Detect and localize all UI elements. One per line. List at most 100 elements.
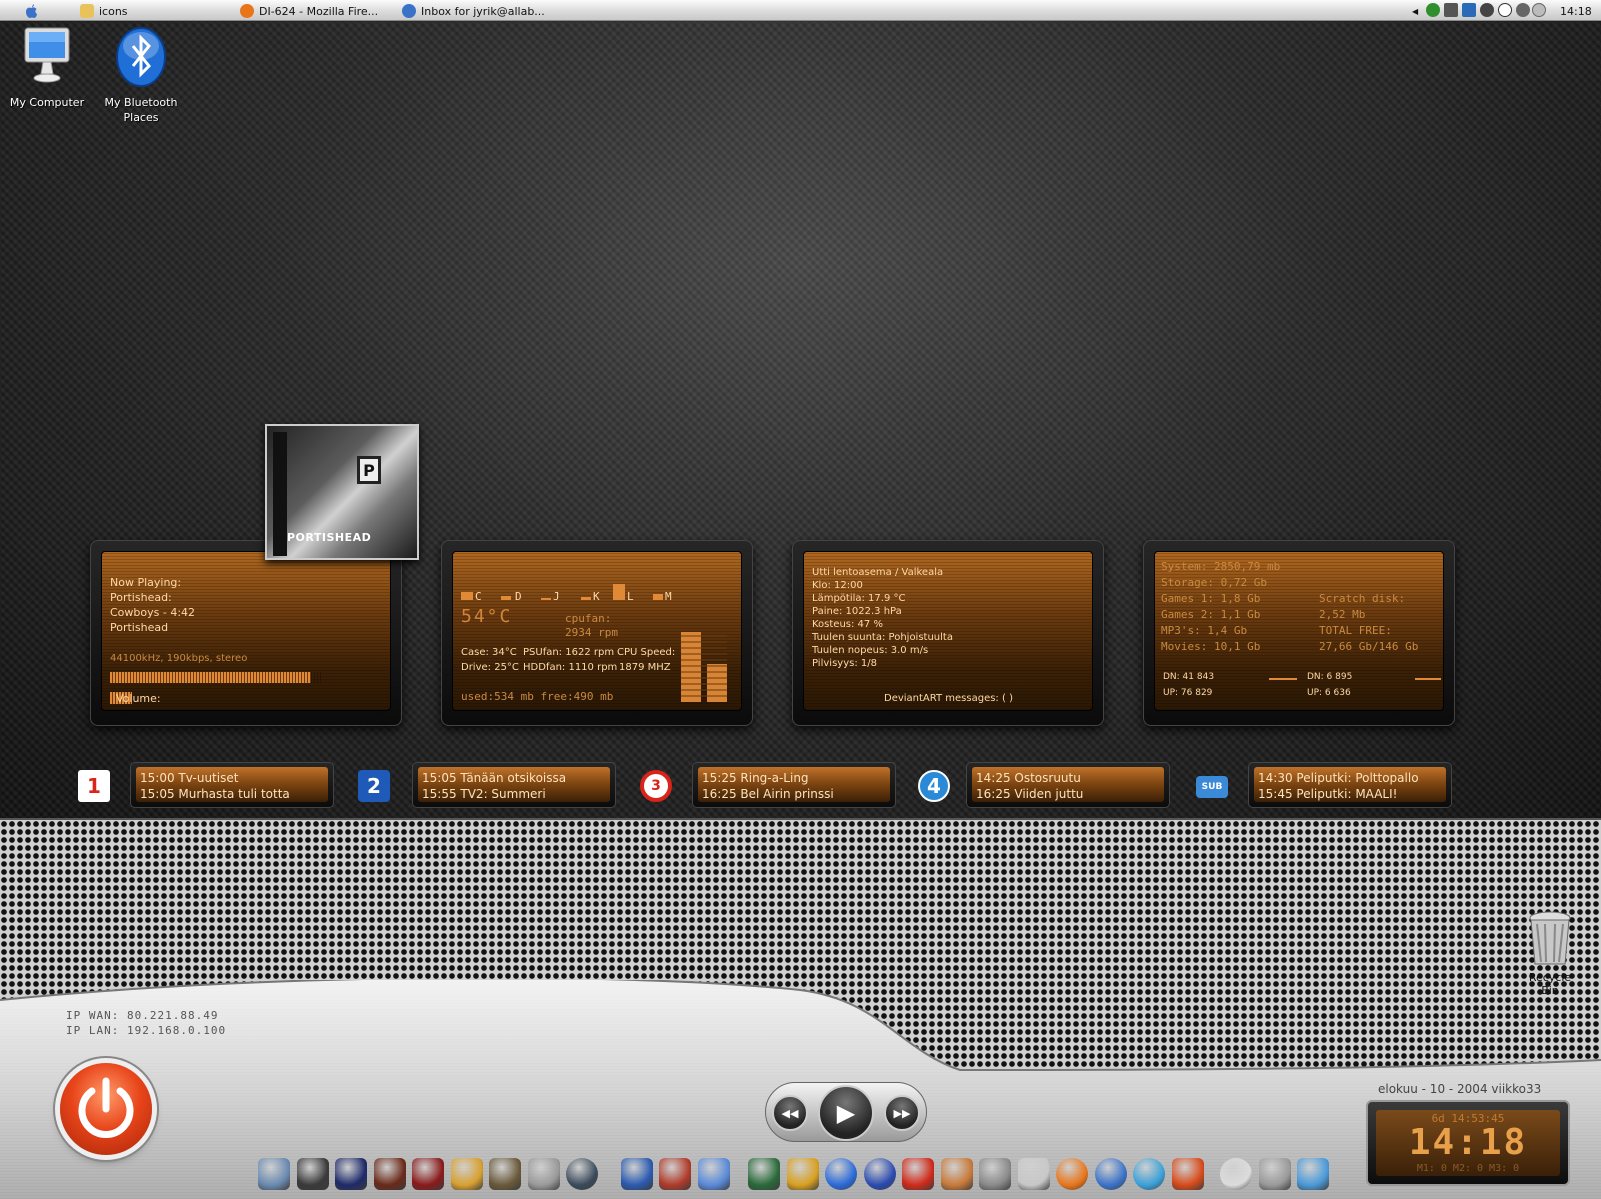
subtv-icon[interactable]: SUB	[1196, 776, 1228, 798]
task-thunderbird[interactable]: Inbox for jyrik@allab...	[402, 3, 545, 19]
nero-icon[interactable]	[1171, 1158, 1204, 1190]
memory-slots: M1: 0 M2: 0 M3: 0	[1416, 1163, 1520, 1174]
volume-label: Volume:	[116, 692, 161, 705]
menubar-clock[interactable]: 14:18	[1560, 3, 1592, 19]
drive-temp: Drive: 25°C	[461, 662, 519, 673]
tv-listing-2[interactable]: 15:05 Tänään otsikoissa 15:55 TV2: Summe…	[412, 762, 616, 808]
desktop: icons DI-624 - Mozilla Fire... Inbox for…	[0, 0, 1601, 1199]
clock-icon[interactable]	[1220, 1158, 1252, 1190]
shield-icon[interactable]	[1516, 3, 1530, 17]
program-2: 16:25 Viiden juttu	[976, 787, 1084, 801]
drive-label-c: C	[475, 590, 482, 603]
previous-button[interactable]: ◀◀	[772, 1095, 808, 1131]
yle-tv2-icon[interactable]: 2	[358, 770, 390, 802]
superman-icon[interactable]	[902, 1158, 934, 1190]
game-icon[interactable]	[335, 1158, 367, 1190]
trash-icon[interactable]	[1258, 1158, 1291, 1190]
soldier-icon[interactable]	[566, 1158, 598, 1190]
halo-icon[interactable]	[527, 1158, 560, 1190]
album-cover[interactable]: P PORTISHEAD	[265, 424, 419, 560]
clock-face: 6d 14:53:45 14:18 M1: 0 M2: 0 M3: 0	[1376, 1110, 1560, 1176]
trainer-icon[interactable]	[296, 1158, 329, 1190]
calculator-icon[interactable]	[979, 1158, 1011, 1190]
ie-icon[interactable]	[825, 1158, 857, 1190]
cd-icon[interactable]	[1133, 1158, 1165, 1190]
tv-listing-screen: 15:25 Ring-a-Ling 16:25 Bel Airin prinss…	[698, 767, 890, 802]
logo-text: SUB	[1201, 782, 1223, 792]
unreal-icon[interactable]	[450, 1158, 483, 1190]
info-icon[interactable]	[1498, 3, 1512, 17]
notes-icon[interactable]	[697, 1158, 730, 1190]
wolfenstein-icon[interactable]	[412, 1158, 444, 1190]
power-button[interactable]	[60, 1063, 152, 1155]
nelonen-icon[interactable]: 4	[918, 770, 950, 802]
icon-label: My Computer	[9, 96, 85, 109]
mp3-space: MP3's: 1,4 Gb	[1161, 624, 1248, 637]
drive-label-l: L	[627, 590, 634, 603]
warrior-icon[interactable]	[489, 1158, 521, 1190]
bittorrent-icon[interactable]	[863, 1158, 896, 1190]
tv-listing-3[interactable]: 15:25 Ring-a-Ling 16:25 Bel Airin prinss…	[692, 762, 896, 808]
drive-label-j: J	[553, 590, 560, 603]
total-free-label: TOTAL FREE:	[1319, 624, 1392, 637]
games1-space: Games 1: 1,8 Gb	[1161, 592, 1261, 605]
leaf-icon[interactable]	[1426, 3, 1440, 17]
task-firefox[interactable]: DI-624 - Mozilla Fire...	[240, 3, 378, 19]
gear-icon[interactable]	[1480, 3, 1494, 17]
network-icon[interactable]	[1462, 3, 1476, 17]
recycle-bin-shortcut[interactable]: Recycle Bin	[1520, 910, 1580, 997]
my-computer-shortcut[interactable]: My Computer	[2, 26, 92, 110]
drive-label-d: D	[515, 590, 522, 603]
tv-listing-4[interactable]: 14:25 Ostosruutu 16:25 Viiden juttu	[966, 762, 1170, 808]
logo-text: 4	[927, 774, 941, 798]
deviantart-messages-link[interactable]: DeviantART messages: ( )	[884, 692, 1013, 706]
tray-expand-button[interactable]: ◀	[1412, 3, 1418, 19]
yle-tv1-icon[interactable]: 1	[78, 770, 110, 802]
logo-text: 1	[87, 774, 101, 798]
clock-text: 14:18	[1560, 4, 1592, 18]
pen-icon[interactable]	[620, 1158, 653, 1190]
drive-label-k: K	[593, 590, 600, 603]
program-2: 16:25 Bel Airin prinssi	[702, 787, 834, 801]
eye-icon[interactable]	[748, 1158, 780, 1190]
track-progress-bar[interactable]	[110, 672, 322, 683]
firefox-icon[interactable]	[1056, 1158, 1088, 1190]
mtv3-icon[interactable]: 3	[640, 770, 672, 802]
apple-menu-button[interactable]	[24, 3, 38, 19]
task-folder-icons[interactable]: icons	[80, 3, 128, 19]
thunderbird-icon[interactable]	[1094, 1158, 1127, 1190]
thunderbird-icon	[402, 4, 416, 18]
menubar: icons DI-624 - Mozilla Fire... Inbox for…	[0, 0, 1601, 21]
system-monitor-widget: C D J K L M 54°C cpufan: 2934 rpm Case: …	[441, 540, 753, 726]
upload-rate-2: UP: 6 636	[1307, 688, 1351, 698]
icon-label: Recycle Bin	[1528, 971, 1572, 997]
spiral-icon[interactable]	[659, 1158, 691, 1190]
next-button[interactable]: ▶▶	[884, 1095, 920, 1131]
power-icon[interactable]	[1532, 3, 1546, 17]
play-button[interactable]: ▶	[818, 1085, 874, 1141]
track-text: Cowboys - 4:42	[110, 606, 196, 619]
games2-space: Games 2: 1,1 Gb	[1161, 608, 1261, 621]
tv-listing-5[interactable]: 14:30 Peliputki: Polttopallo 15:45 Pelip…	[1248, 762, 1452, 808]
winamp-icon[interactable]	[786, 1158, 819, 1190]
bluetooth-places-shortcut[interactable]: My Bluetooth Places	[96, 26, 186, 125]
quake-icon[interactable]	[373, 1158, 406, 1190]
apple-icon	[26, 4, 37, 18]
program-2: 15:45 Peliputki: MAALI!	[1258, 787, 1398, 801]
station: Utti lentoasema / Valkeala	[812, 567, 944, 578]
widget-screen: Utti lentoasema / Valkeala Klo: 12:00 Lä…	[803, 551, 1093, 711]
now-playing-heading: Now Playing:	[110, 576, 182, 589]
logo-text: 3	[651, 778, 661, 794]
notepad-icon[interactable]	[1017, 1158, 1050, 1190]
cover-text: PORTISHEAD	[287, 531, 372, 544]
emule-icon[interactable]	[940, 1158, 973, 1190]
quality-text: 44100kHz, 190kbps, stereo	[110, 653, 248, 664]
recycle-bin-icon	[1529, 911, 1571, 965]
speaker-icon[interactable]	[1444, 3, 1458, 17]
character-icon[interactable]	[258, 1158, 290, 1190]
download-icon[interactable]	[1297, 1158, 1329, 1190]
system-space: System: 2850,79 mb	[1161, 560, 1281, 573]
task-label: Inbox for jyrik@allab...	[421, 4, 545, 18]
tv-listing-1[interactable]: 15:00 Tv-uutiset 15:05 Murhasta tuli tot…	[130, 762, 334, 808]
humidity: Kosteus: 47 %	[812, 619, 883, 630]
